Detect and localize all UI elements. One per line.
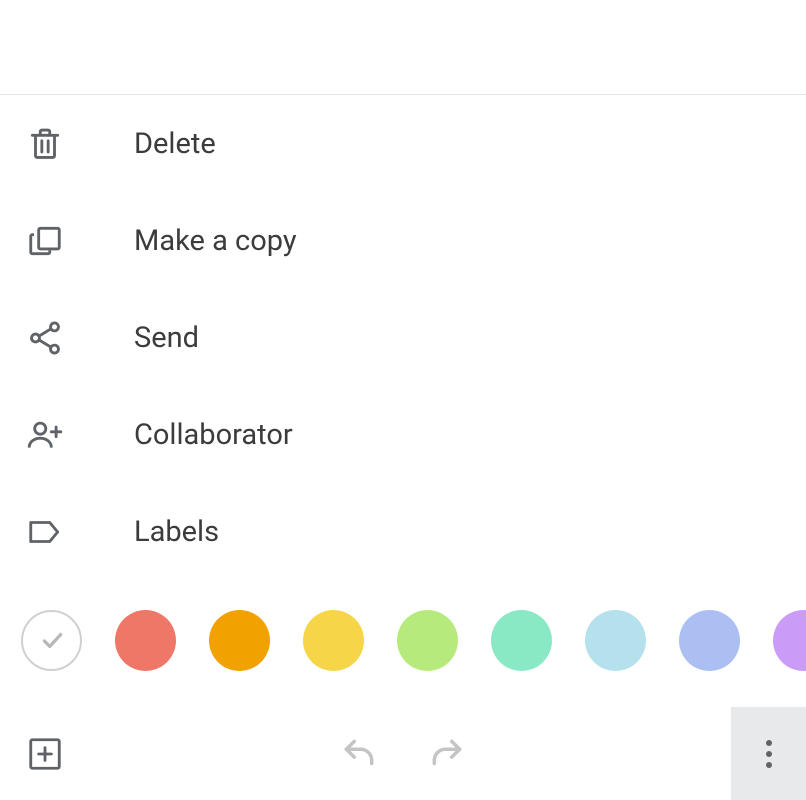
label-icon bbox=[26, 513, 64, 551]
menu-label-collaborator: Collaborator bbox=[134, 418, 293, 452]
add-button[interactable] bbox=[26, 735, 64, 773]
share-icon bbox=[26, 319, 64, 357]
menu-label-copy: Make a copy bbox=[134, 224, 297, 258]
top-spacer bbox=[0, 0, 806, 95]
menu-item-delete[interactable]: Delete bbox=[0, 95, 806, 192]
menu-label-send: Send bbox=[134, 321, 199, 355]
bottom-toolbar bbox=[0, 707, 806, 800]
plus-box-icon bbox=[26, 735, 64, 773]
person-add-icon bbox=[26, 416, 64, 454]
color-swatch-yellow[interactable] bbox=[303, 610, 364, 671]
color-swatch-lightblue[interactable] bbox=[585, 610, 646, 671]
menu-item-labels[interactable]: Labels bbox=[0, 483, 806, 580]
color-swatch-green[interactable] bbox=[397, 610, 458, 671]
color-swatch-teal[interactable] bbox=[491, 610, 552, 671]
menu-item-send[interactable]: Send bbox=[0, 289, 806, 386]
undo-icon bbox=[340, 733, 378, 775]
color-swatch-coral[interactable] bbox=[115, 610, 176, 671]
color-swatch-purple[interactable] bbox=[773, 610, 806, 671]
menu-item-collaborator[interactable]: Collaborator bbox=[0, 386, 806, 483]
more-options-button[interactable] bbox=[731, 707, 806, 800]
redo-icon bbox=[428, 733, 466, 775]
menu-label-labels: Labels bbox=[134, 515, 219, 549]
more-vertical-icon bbox=[765, 739, 773, 769]
color-picker-row bbox=[0, 580, 806, 699]
color-swatch-white[interactable] bbox=[21, 610, 82, 671]
trash-icon bbox=[26, 125, 64, 163]
undo-button[interactable] bbox=[340, 735, 378, 773]
color-swatch-blue[interactable] bbox=[679, 610, 740, 671]
redo-button[interactable] bbox=[428, 735, 466, 773]
color-swatch-orange[interactable] bbox=[209, 610, 270, 671]
copy-icon bbox=[26, 222, 64, 260]
menu-label-delete: Delete bbox=[134, 127, 216, 161]
check-icon bbox=[39, 628, 65, 654]
menu-item-copy[interactable]: Make a copy bbox=[0, 192, 806, 289]
context-menu-sheet: Delete Make a copy Send bbox=[0, 95, 806, 699]
